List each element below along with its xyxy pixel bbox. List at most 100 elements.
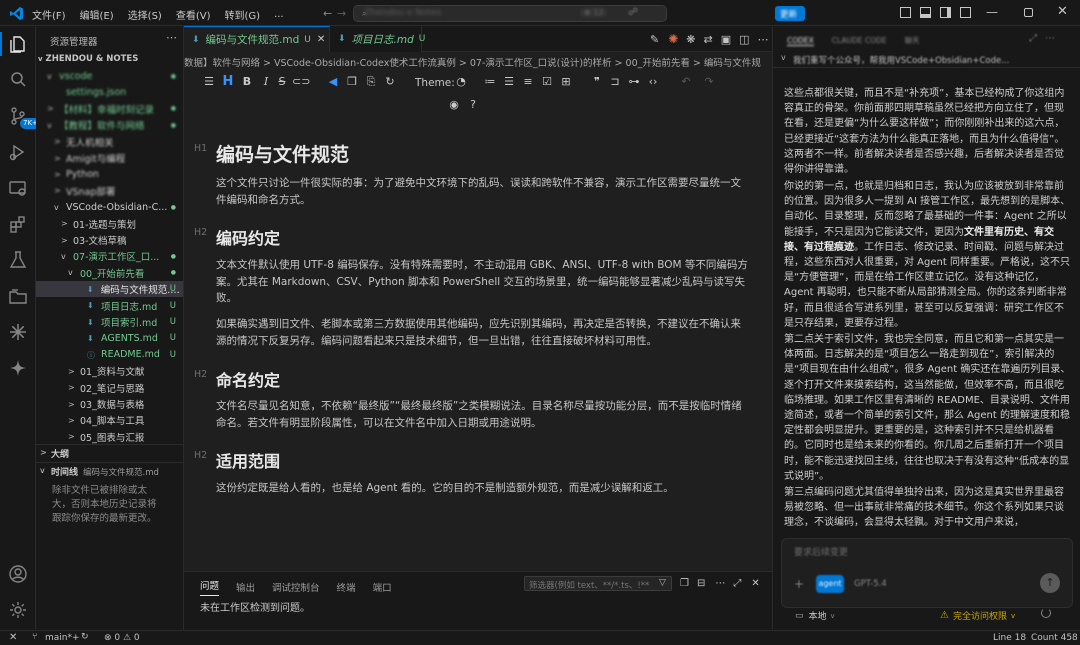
tree-item[interactable]: > 无人机相关 <box>36 134 183 150</box>
bullet-list-icon[interactable]: ☰ <box>502 75 516 89</box>
chat-thread-header[interactable]: v 我们重写个公众号，帮我用VSCode+Obsidian+Code... <box>773 50 1080 68</box>
tree-item[interactable]: > VSnap部署 <box>36 183 183 199</box>
tree-item[interactable]: >01-选题与策划 <box>36 216 183 232</box>
palette-icon[interactable]: ◔ <box>454 75 468 89</box>
tree-item[interactable]: >03_数据与表格 <box>36 396 183 412</box>
restore-icon[interactable] <box>1024 8 1033 17</box>
preview-icon[interactable]: ▣ <box>721 33 731 46</box>
menu-view[interactable]: 查看(V) <box>176 7 211 22</box>
agent-chip[interactable]: ⊕ 12 <box>580 8 608 17</box>
toggle-panel-icon[interactable] <box>920 7 931 18</box>
command-center[interactable]: ⌕ Zhendou e Notes ⊕ 12 ☍ <box>353 5 667 22</box>
tree-item[interactable]: ⬇ 编码与文件规范.md U <box>36 281 183 298</box>
split-editor-icon[interactable]: ◫ <box>739 33 749 46</box>
tree-item[interactable]: > Amigit与编程 <box>36 150 183 166</box>
sync-icon[interactable]: ↻ <box>81 632 89 642</box>
more-actions-icon[interactable]: ⋯ <box>166 31 177 44</box>
account-icon[interactable] <box>8 564 28 584</box>
tree-item[interactable]: >03-文档草稿 <box>36 232 183 248</box>
access-level[interactable]: ⚠ 完全访问权限 v <box>940 609 1015 622</box>
chat-tab-codex[interactable]: CODEX <box>787 36 814 46</box>
compare-changes-icon[interactable]: ⇄ <box>704 33 713 46</box>
more-actions-icon[interactable]: ⋯ <box>758 33 769 46</box>
task-list-icon[interactable]: ☑ <box>540 75 554 89</box>
inline-code-icon[interactable]: ‹› <box>646 75 660 89</box>
panel-tab-output[interactable]: 输出 <box>236 580 255 594</box>
customize-layout-icon[interactable] <box>960 7 971 18</box>
local-env-selector[interactable]: 本地 <box>809 609 827 622</box>
agent-mode-button[interactable]: agent <box>816 575 844 593</box>
menu-edit[interactable]: 编辑(E) <box>80 7 114 22</box>
update-button[interactable]: 更新 <box>775 6 805 21</box>
model-selector[interactable]: GPT-5.4 <box>854 579 887 589</box>
sync-icon[interactable]: ☍ <box>628 7 638 18</box>
run-debug-icon[interactable] <box>8 142 28 162</box>
nav-back-icon[interactable]: ← <box>323 7 332 20</box>
export-icon[interactable]: ⎘ <box>364 75 378 89</box>
remote-explorer-icon[interactable] <box>8 178 28 198</box>
eye-preview-icon[interactable]: ◉ <box>447 98 461 112</box>
chat-tab-claude-code[interactable]: CLAUDE CODE <box>832 36 887 45</box>
problems-filter-input[interactable]: 筛选器(例如 text、**/*.ts、!**/... ▽ <box>524 576 672 591</box>
tree-item[interactable]: v 【教程】软件与网络 ● <box>36 117 183 133</box>
toggle-primary-sidebar-icon[interactable] <box>900 7 911 18</box>
edit-pencil-icon[interactable]: ✎ <box>650 33 659 46</box>
tree-item[interactable]: > Python <box>36 166 183 182</box>
panel-tab-ports[interactable]: 端口 <box>373 580 392 594</box>
tree-item[interactable]: >02_笔记与思路 <box>36 380 183 396</box>
menu-more[interactable]: ... <box>274 9 284 20</box>
more-actions-icon[interactable]: ⋯ <box>1045 33 1055 44</box>
chat-input-box[interactable]: 要求后续变更 + agent GPT-5.4 ↑ <box>781 538 1073 608</box>
tab-close-icon[interactable]: ✕ <box>317 34 325 45</box>
settings-gear-icon[interactable] <box>8 600 28 620</box>
undo-icon[interactable]: ↶ <box>679 75 693 89</box>
tree-item[interactable]: >04_脚本与工具 <box>36 412 183 428</box>
tree-item[interactable]: v 00_开始前先看 ● <box>36 265 183 281</box>
search-icon[interactable] <box>8 70 28 90</box>
tree-item[interactable]: ⬇ 项目日志.md U <box>36 298 183 314</box>
maximize-panel-icon[interactable]: ⤢ <box>733 578 741 589</box>
filter-icon[interactable]: ▽ <box>659 578 666 588</box>
panel-tab-problems[interactable]: 问题 <box>200 578 220 596</box>
testing-icon[interactable] <box>8 250 28 270</box>
codex-icon[interactable]: ❋ <box>686 33 695 46</box>
strikethrough-icon[interactable]: S <box>275 75 289 89</box>
align-icon[interactable]: ☰ <box>202 75 216 89</box>
workspace-header[interactable]: v ZHENDOU & NOTES <box>38 54 138 64</box>
vscode-icon[interactable]: ◀ <box>326 75 340 89</box>
tree-item[interactable]: ⬇ AGENTS.md U <box>36 330 183 346</box>
help-icon[interactable]: ? <box>466 98 480 112</box>
timeline-section[interactable]: v 时间线 编码与文件规范.md <box>36 462 183 478</box>
italic-icon[interactable]: I <box>259 75 273 89</box>
nav-forward-icon[interactable]: → <box>337 7 346 20</box>
add-context-icon[interactable]: + <box>794 577 804 591</box>
heading-icon[interactable]: H <box>221 75 235 89</box>
menu-go[interactable]: 转到(G) <box>225 7 261 22</box>
tab-coding-spec[interactable]: ⬇ 编码与文件规范.md U ✕ <box>184 26 330 52</box>
toggle-secondary-sidebar-icon[interactable] <box>940 7 951 18</box>
panel-tab-debug-console[interactable]: 调试控制台 <box>272 580 320 594</box>
tree-item[interactable]: >05_图表与汇报 <box>36 429 183 445</box>
copy-icon[interactable]: ❐ <box>345 75 359 89</box>
collapse-all-icon[interactable]: ⊟ <box>697 578 705 589</box>
tree-item[interactable]: settings.json <box>36 84 183 100</box>
quote-icon[interactable]: ❞ <box>590 75 604 89</box>
code-block-icon[interactable]: ⊐ <box>608 75 622 89</box>
breadcrumb[interactable]: 数据】软件与网络 > VSCode-Obsidian-Codex使术工作流真例 … <box>184 53 772 69</box>
menu-file[interactable]: 文件(F) <box>32 7 66 22</box>
tab-project-log[interactable]: ⬇ 项目日志.md U <box>330 26 425 52</box>
ordered-list-icon[interactable]: ≔ <box>483 75 497 89</box>
explorer-icon[interactable] <box>8 34 28 54</box>
chat-tab-chat[interactable]: 聊天 <box>905 35 920 46</box>
claude-icon[interactable]: ✺ <box>668 32 678 46</box>
tree-item[interactable]: v VSCode-Obsidian-C... ● <box>36 199 183 215</box>
remote-indicator-icon[interactable]: ✕ <box>9 632 17 643</box>
tree-item[interactable]: >01_资料与文献 <box>36 363 183 379</box>
numbered-list-icon[interactable]: ≡ <box>521 75 535 89</box>
tree-item[interactable]: > 【材料】幸福时刻记录 ● <box>36 101 183 117</box>
menu-selection[interactable]: 选择(S) <box>128 7 162 22</box>
extensions-icon[interactable] <box>8 214 28 234</box>
copy-icon[interactable]: ❐ <box>680 578 689 589</box>
panel-tab-terminal[interactable]: 终端 <box>337 580 356 594</box>
minimize-icon[interactable]: — <box>986 5 998 19</box>
